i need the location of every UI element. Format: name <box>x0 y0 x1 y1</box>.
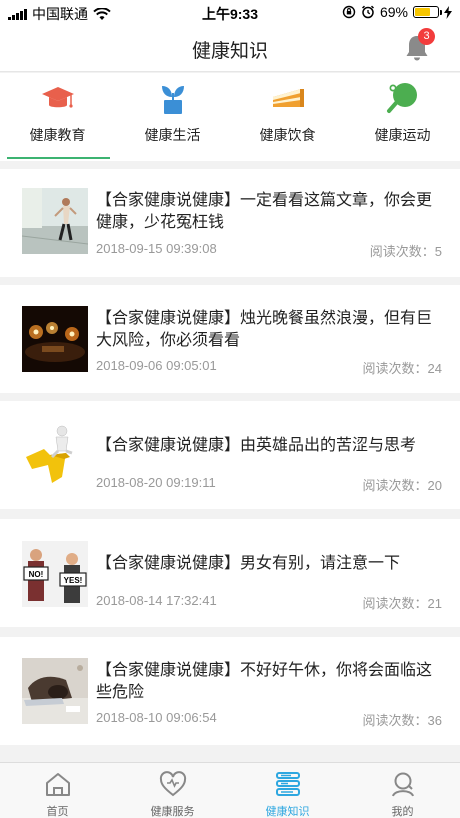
heart-icon <box>159 771 187 797</box>
tab-label: 首页 <box>46 806 69 818</box>
cake-icon <box>273 89 304 107</box>
article-thumbnail-3d-figure <box>22 423 88 489</box>
thumbnail-yes-sign: YES! <box>64 576 83 585</box>
article-date: 2018-08-10 09:06:54 <box>96 710 217 725</box>
orientation-lock-icon <box>342 5 356 19</box>
article-date: 2018-09-15 09:39:08 <box>96 241 217 256</box>
category-healthy-diet[interactable]: 健康饮食 <box>230 73 345 161</box>
article-card[interactable]: 【合家健康说健康】由英雄品出的苦涩与思考 2018-08-20 09:19:11… <box>0 401 460 509</box>
tab-health-knowledge[interactable]: 健康知识 <box>230 763 345 818</box>
tab-label: 健康知识 <box>265 806 310 818</box>
article-title: 【合家健康说健康】由英雄品出的苦涩与思考 <box>96 437 417 454</box>
article-title: 【合家健康说健康】男女有别，请注意一下 <box>96 555 401 572</box>
thumbnail-no-sign: NO! <box>29 570 44 579</box>
status-right: 69% <box>342 4 452 20</box>
article-read-count: 阅读次数：5 <box>369 244 442 259</box>
article-title: 【合家健康说健康】烛光晚餐虽然浪漫，但有巨大风险，你必须看看 <box>96 310 433 349</box>
category-health-education[interactable]: 健康教育 <box>0 73 115 161</box>
category-healthy-living[interactable]: 健康生活 <box>115 73 230 161</box>
notification-badge: 3 <box>418 28 435 45</box>
category-label: 健康运动 <box>374 127 431 143</box>
article-card[interactable]: NO! YES! 【合家健康说健康】男女有别，请注意一下 2018-08-14 … <box>0 519 460 627</box>
article-title: 【合家健康说健康】不好好午休，你将会面临这些危险 <box>96 662 433 701</box>
article-read-count: 阅读次数：20 <box>362 478 442 493</box>
tab-health-service[interactable]: 健康服务 <box>115 763 230 818</box>
charging-icon <box>444 5 452 19</box>
tab-mine[interactable]: 我的 <box>345 763 460 818</box>
alarm-icon <box>361 5 374 19</box>
ping-pong-icon <box>387 83 417 113</box>
battery-icon <box>413 6 442 18</box>
article-thumbnail-no-yes: NO! YES! <box>22 541 88 607</box>
article-read-count: 阅读次数：21 <box>362 596 442 611</box>
article-title: 【合家健康说健康】一定看看这篇文章，你会更健康，少花冤枉钱 <box>96 192 433 231</box>
category-label: 健康生活 <box>144 127 201 143</box>
article-date: 2018-08-14 17:32:41 <box>96 593 217 608</box>
category-label: 健康教育 <box>29 127 86 143</box>
graduation-cap-icon <box>42 87 74 108</box>
tab-label: 健康服务 <box>150 806 195 818</box>
plant-icon <box>162 86 184 114</box>
user-icon <box>392 772 414 797</box>
active-category-indicator <box>7 157 110 159</box>
category-healthy-exercise[interactable]: 健康运动 <box>345 73 460 161</box>
home-icon <box>46 773 70 796</box>
article-card[interactable]: 【合家健康说健康】不好好午休，你将会面临这些危险 2018-08-10 09:0… <box>0 637 460 745</box>
article-thumbnail-running-woman <box>22 188 88 254</box>
header: 健康知识 3 <box>0 24 460 72</box>
article-date: 2018-08-20 09:19:11 <box>96 475 216 490</box>
article-card[interactable]: 【合家健康说健康】烛光晚餐虽然浪漫，但有巨大风险，你必须看看 2018-09-0… <box>0 285 460 393</box>
category-bar: 健康教育 健康生活 健康饮食 健康运动 <box>0 73 460 161</box>
tab-label: 我的 <box>391 806 414 818</box>
tab-home[interactable]: 首页 <box>0 763 115 818</box>
article-read-count: 阅读次数：24 <box>362 361 442 376</box>
article-card[interactable]: 【合家健康说健康】一定看看这篇文章，你会更健康，少花冤枉钱 2018-09-15… <box>0 169 460 277</box>
article-thumbnail-candlelight-dinner <box>22 306 88 372</box>
article-date: 2018-09-06 09:05:01 <box>96 358 217 373</box>
tab-bar: 首页 健康服务 健康知识 我的 <box>0 762 460 818</box>
article-thumbnail-sleeping-desk <box>22 658 88 724</box>
book-icon <box>276 772 300 796</box>
category-label: 健康饮食 <box>259 127 316 143</box>
page-title: 健康知识 <box>191 41 268 62</box>
article-read-count: 阅读次数：36 <box>362 713 442 728</box>
battery-percent: 69% <box>379 4 408 20</box>
status-bar: 中国联通 上午9:33 69% <box>0 0 460 24</box>
